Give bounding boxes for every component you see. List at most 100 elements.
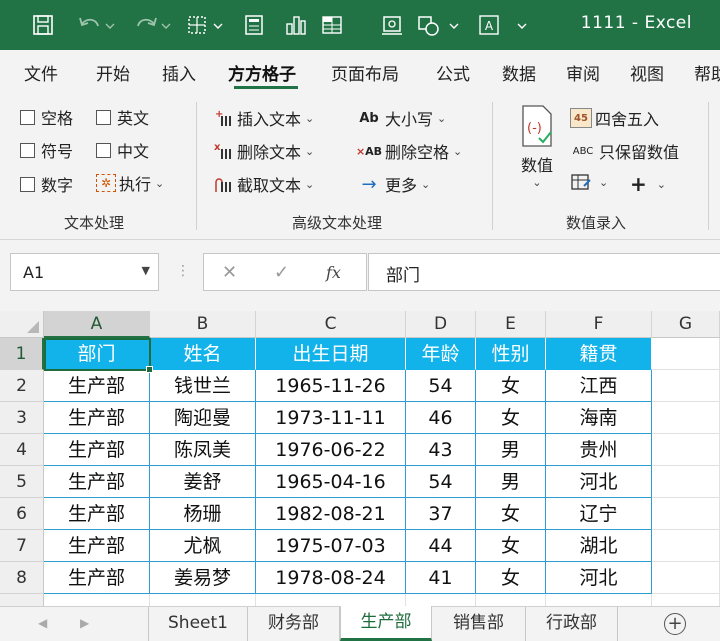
table-cell[interactable]: 54 (406, 370, 476, 402)
table-cell[interactable]: 男 (476, 466, 546, 498)
table-cell[interactable] (652, 370, 720, 402)
table-cell[interactable] (546, 594, 652, 606)
delete-text-button[interactable]: x 删除文本 ⌄ (212, 139, 314, 163)
table-cell[interactable]: 女 (476, 562, 546, 594)
table-cell[interactable] (652, 562, 720, 594)
column-header-e[interactable]: E (476, 311, 546, 338)
sheet-tab-finance[interactable]: 财务部 (248, 607, 340, 641)
table-cell[interactable] (652, 530, 720, 562)
table-cell[interactable]: 1982-08-21 (256, 498, 406, 530)
more-dots-icon[interactable]: ⋮ (176, 263, 190, 279)
table-cell[interactable]: 44 (406, 530, 476, 562)
checkbox-chinese[interactable]: 中文 (96, 138, 149, 162)
table-cell[interactable] (256, 594, 406, 606)
undo-icon[interactable] (76, 12, 116, 38)
tab-page-layout[interactable]: 页面布局 (331, 60, 399, 85)
table-cell[interactable]: 姜舒 (150, 466, 256, 498)
row-header-7[interactable]: 7 (0, 530, 44, 562)
table-header-cell[interactable]: 年龄 (406, 338, 476, 370)
table-cell[interactable]: 1978-08-24 (256, 562, 406, 594)
column-header-b[interactable]: B (150, 311, 256, 338)
table-cell[interactable]: 37 (406, 498, 476, 530)
case-button[interactable]: Ab 大小写 ⌄ (356, 106, 446, 130)
column-header-g[interactable]: G (652, 311, 720, 338)
table-cell[interactable]: 陶迎曼 (150, 402, 256, 434)
table-cell[interactable] (652, 594, 720, 606)
table-cell[interactable]: 钱世兰 (150, 370, 256, 402)
table-cell[interactable]: 生产部 (44, 434, 150, 466)
checkbox-number[interactable]: 数字 (20, 172, 73, 196)
shapes-icon[interactable] (416, 12, 462, 38)
table-cell[interactable]: 生产部 (44, 530, 150, 562)
column-header-c[interactable]: C (256, 311, 406, 338)
checkbox-box[interactable] (20, 109, 35, 125)
table-cell[interactable] (476, 594, 546, 606)
tab-insert[interactable]: 插入 (162, 60, 196, 85)
previous-sheet-icon[interactable]: ◀ (38, 616, 47, 630)
table-header-cell[interactable]: 籍贯 (546, 338, 652, 370)
bar-chart-icon[interactable] (284, 12, 308, 38)
row-header-5[interactable]: 5 (0, 466, 44, 498)
table-cell[interactable]: 生产部 (44, 562, 150, 594)
formula-input[interactable]: 部门 (368, 253, 720, 291)
add-button[interactable]: + ⌄ (630, 172, 666, 196)
table-cell[interactable]: 1975-07-03 (256, 530, 406, 562)
row-header-3[interactable]: 3 (0, 402, 44, 434)
table-cell[interactable]: 杨珊 (150, 498, 256, 530)
tab-home[interactable]: 开始 (96, 60, 130, 85)
row-header-1[interactable]: 1 (0, 338, 44, 370)
confirm-icon[interactable]: ✓ (274, 262, 289, 283)
sheet-tab-admin[interactable]: 行政部 (526, 607, 618, 641)
sheet-tab-sheet1[interactable]: Sheet1 (148, 607, 248, 641)
table-cell[interactable] (150, 594, 256, 606)
cancel-icon[interactable]: ✕ (222, 262, 237, 283)
table-header-cell[interactable]: 部门 (44, 338, 150, 370)
tab-review[interactable]: 审阅 (566, 60, 600, 85)
table-cell[interactable]: 41 (406, 562, 476, 594)
table-cell[interactable]: 生产部 (44, 402, 150, 434)
row-header-overflow[interactable] (0, 594, 44, 606)
name-box[interactable]: A1 ▼ (10, 253, 159, 291)
row-header-4[interactable]: 4 (0, 434, 44, 466)
table-cell[interactable]: 河北 (546, 466, 652, 498)
table-header-cell[interactable]: 性别 (476, 338, 546, 370)
screenshot-icon[interactable] (380, 12, 404, 38)
table-cell[interactable]: 54 (406, 466, 476, 498)
table-cell[interactable]: 海南 (546, 402, 652, 434)
tab-help[interactable]: 帮助 (694, 60, 720, 85)
sheet-tab-sales[interactable]: 销售部 (432, 607, 526, 641)
table-cell[interactable]: 1976-06-22 (256, 434, 406, 466)
table-header-cell[interactable]: 出生日期 (256, 338, 406, 370)
tab-formulas[interactable]: 公式 (436, 60, 470, 85)
table-cell[interactable]: 生产部 (44, 370, 150, 402)
column-header-d[interactable]: D (406, 311, 476, 338)
column-header-a[interactable]: A (44, 311, 150, 338)
form-button[interactable]: ⌄ (570, 172, 608, 192)
table-cell[interactable]: 43 (406, 434, 476, 466)
more-button[interactable]: → 更多 ⌄ (356, 172, 430, 196)
table-cell[interactable]: 46 (406, 402, 476, 434)
checkbox-symbol[interactable]: 符号 (20, 138, 73, 162)
table-cell[interactable]: 1965-11-26 (256, 370, 406, 402)
table-cell[interactable] (406, 594, 476, 606)
border-icon[interactable] (186, 12, 226, 38)
tab-view[interactable]: 视图 (630, 60, 664, 85)
table-cell[interactable]: 江西 (546, 370, 652, 402)
table-cell[interactable]: 尤枫 (150, 530, 256, 562)
delete-space-button[interactable]: × AB 删除空格 ⌄ (356, 139, 462, 163)
table-cell[interactable]: 河北 (546, 562, 652, 594)
table-header-cell[interactable] (652, 338, 720, 370)
save-icon[interactable] (30, 12, 56, 38)
extract-text-button[interactable]: 截取文本 ⌄ (212, 172, 314, 196)
numeric-button[interactable]: (-) 数值 ⌄ (512, 104, 562, 204)
table-cell[interactable]: 陈凤美 (150, 434, 256, 466)
round-button[interactable]: 45 四舍五入 (570, 106, 659, 130)
table-cell[interactable]: 男 (476, 434, 546, 466)
spreadsheet-grid[interactable]: A B C D E F G 1 2 3 4 5 6 7 8 部门 姓名 出生日期 年龄 性别 籍贯 生产部 钱世兰 1965-… (0, 311, 720, 606)
table-cell[interactable]: 女 (476, 530, 546, 562)
table-cell[interactable] (652, 498, 720, 530)
text-box-icon[interactable]: A (476, 12, 502, 38)
execute-button[interactable]: ✲ 执行 ⌄ (96, 171, 164, 195)
table-header-cell[interactable]: 姓名 (150, 338, 256, 370)
table-cell[interactable]: 生产部 (44, 498, 150, 530)
